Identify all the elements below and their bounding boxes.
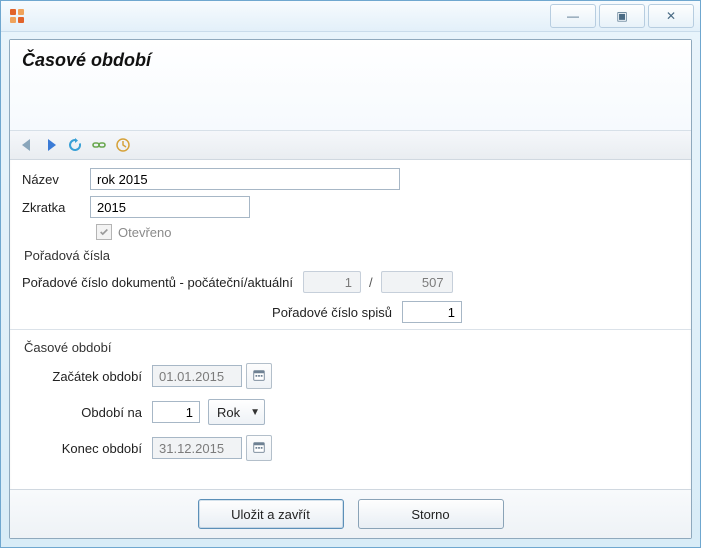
input-end-date[interactable] <box>152 437 242 459</box>
form-area: Název Zkratka Otevřeno Pořadová čísla Po… <box>10 160 691 461</box>
select-unit[interactable]: Rok ▼ <box>208 399 265 425</box>
next-icon[interactable] <box>42 136 60 154</box>
calendar-icon <box>252 368 266 385</box>
label-start: Začátek období <box>22 369 142 384</box>
select-unit-label: Rok <box>217 405 240 420</box>
input-nazev[interactable] <box>90 168 400 190</box>
label-end: Konec období <box>22 441 142 456</box>
save-button[interactable]: Uložit a zavřít <box>198 499 344 529</box>
window-controls: — ▣ ✕ <box>547 4 694 28</box>
row-spis-seq: Pořadové číslo spisů <box>22 301 679 323</box>
row-otevreno: Otevřeno <box>96 224 679 240</box>
maximize-button[interactable]: ▣ <box>599 4 645 28</box>
outer-window: — ▣ ✕ Časové období <box>0 0 701 548</box>
titlebar: — ▣ ✕ <box>1 1 700 32</box>
prev-icon[interactable] <box>18 136 36 154</box>
sep-slash: / <box>361 275 381 290</box>
input-spis-seq[interactable] <box>402 301 462 323</box>
section-poradova: Pořadová čísla <box>24 248 679 263</box>
row-zkratka: Zkratka <box>22 196 679 218</box>
dialog-panel: Časové období <box>9 39 692 539</box>
row-start: Začátek období <box>22 363 679 389</box>
minimize-icon: — <box>567 9 579 23</box>
save-button-label: Uložit a zavřít <box>231 507 310 522</box>
close-icon: ✕ <box>666 9 676 23</box>
checkbox-otevreno <box>96 224 112 240</box>
app-icon <box>9 8 25 24</box>
label-spis-seq: Pořadové číslo spisů <box>22 305 392 320</box>
label-nazev: Název <box>22 172 90 187</box>
row-end: Konec období <box>22 435 679 461</box>
label-length: Období na <box>22 405 142 420</box>
section-period: Časové období <box>24 340 679 355</box>
label-doc-seq: Pořadové číslo dokumentů - počáteční/akt… <box>22 275 303 290</box>
calendar-start-button[interactable] <box>246 363 272 389</box>
row-doc-seq: Pořadové číslo dokumentů - počáteční/akt… <box>22 271 679 293</box>
link-icon[interactable] <box>90 136 108 154</box>
calendar-icon <box>252 440 266 457</box>
toolbar <box>10 131 691 160</box>
field-doc-start: 1 <box>303 271 361 293</box>
dialog-header: Časové období <box>10 40 691 131</box>
input-length[interactable] <box>152 401 200 423</box>
divider <box>10 329 691 330</box>
clock-icon[interactable] <box>114 136 132 154</box>
label-otevreno: Otevřeno <box>118 225 171 240</box>
row-nazev: Název <box>22 168 679 190</box>
field-doc-current: 507 <box>381 271 453 293</box>
maximize-icon: ▣ <box>616 9 627 23</box>
titlebar-left <box>9 8 25 24</box>
calendar-end-button[interactable] <box>246 435 272 461</box>
input-start-date[interactable] <box>152 365 242 387</box>
cancel-button[interactable]: Storno <box>358 499 504 529</box>
close-button[interactable]: ✕ <box>648 4 694 28</box>
dialog-title: Časové období <box>22 50 679 71</box>
minimize-button[interactable]: — <box>550 4 596 28</box>
input-zkratka[interactable] <box>90 196 250 218</box>
dialog-footer: Uložit a zavřít Storno <box>10 489 691 538</box>
chevron-down-icon: ▼ <box>250 407 260 418</box>
cancel-button-label: Storno <box>411 507 449 522</box>
label-zkratka: Zkratka <box>22 200 90 215</box>
row-length: Období na Rok ▼ <box>22 399 679 425</box>
refresh-icon[interactable] <box>66 136 84 154</box>
